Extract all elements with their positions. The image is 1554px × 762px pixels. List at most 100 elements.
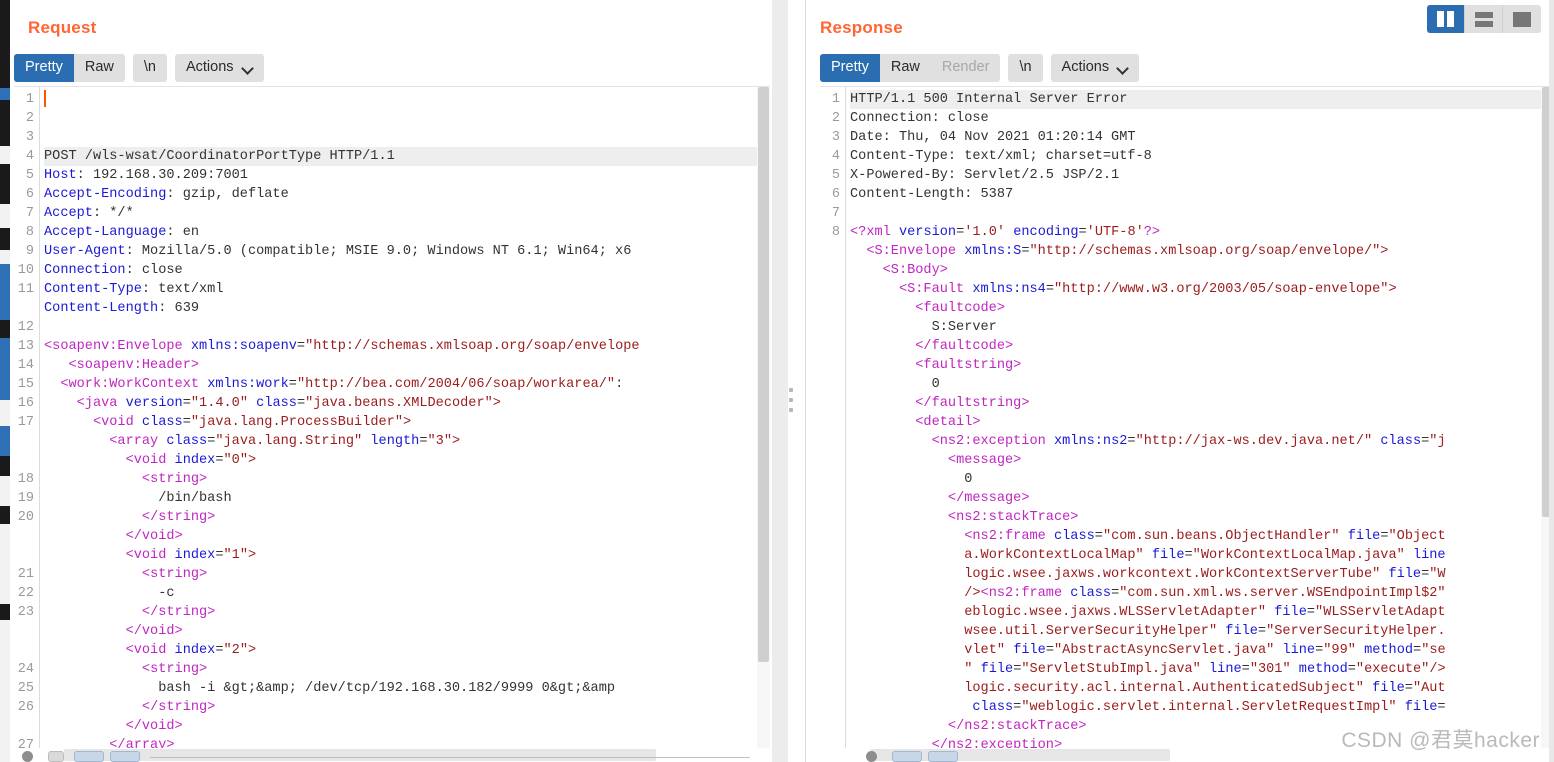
response-code[interactable]: HTTP/1.1 500 Internal Server Error Connec… xyxy=(846,87,1554,748)
request-raw-tab[interactable]: Raw xyxy=(73,54,125,82)
request-editor[interactable]: 1 2 3 4 5 6 7 8 9 10 11 12 13 14 15 16 17 18 19 20 21 22 23 24 2… xyxy=(14,86,770,748)
request-hscroll-thumb[interactable] xyxy=(64,749,656,761)
code-token: xmlns:ns2 xyxy=(1053,434,1128,449)
code-token: "3"> xyxy=(427,434,461,449)
splitter-grip-handle[interactable] xyxy=(789,388,793,418)
response-raw-tab[interactable]: Raw xyxy=(879,54,931,82)
code-token: index xyxy=(174,548,216,563)
code-token: <soapenv:Envelope xyxy=(44,339,183,354)
code-line: Accept: */* xyxy=(44,204,770,223)
line-number xyxy=(820,622,845,641)
line-number xyxy=(820,356,845,375)
line-number: 2 xyxy=(831,111,840,126)
code-line: </string> xyxy=(44,698,770,717)
code-token: <void xyxy=(125,548,167,563)
stacked-layout-button[interactable] xyxy=(1465,5,1503,33)
code-token: "301" xyxy=(1249,662,1291,677)
side-by-side-icon xyxy=(1437,11,1454,27)
layout-toggle-group xyxy=(1427,5,1541,33)
code-token: HTTP/1.1 500 Internal Server Error xyxy=(850,92,1128,107)
line-number xyxy=(14,717,39,736)
code-token: : text/xml xyxy=(141,282,224,297)
code-token: version xyxy=(125,396,183,411)
code-token: </void> xyxy=(125,529,183,544)
line-number xyxy=(820,261,845,280)
response-newline-button[interactable]: \n xyxy=(1008,54,1043,82)
code-token: <work:WorkContext xyxy=(60,377,200,392)
line-number xyxy=(820,432,845,451)
response-actions-label: Actions xyxy=(1061,59,1110,75)
code-line: <faultstring> xyxy=(850,356,1554,375)
code-token: "http://jax-ws.dev.java.net/" xyxy=(1135,434,1373,449)
code-token: Accept-Language xyxy=(44,225,167,240)
line-number: 7 xyxy=(831,206,840,221)
code-token: = xyxy=(1127,434,1136,449)
code-token: "WLSServletAdapt xyxy=(1315,605,1446,620)
code-token: </ns2:exception> xyxy=(931,738,1063,748)
code-line: <array class="java.lang.String" length="… xyxy=(44,432,770,451)
code-token: eblogic.wsee.jaxws.WLSServletAdapter" xyxy=(964,605,1267,620)
request-newline-button[interactable]: \n xyxy=(132,54,167,82)
code-token: = xyxy=(215,548,224,563)
code-token: "java.lang.ProcessBuilder"> xyxy=(190,415,412,430)
response-editor[interactable]: 1 2 3 4 5 6 7 8 HTTP/1.1 500 Internal Server Er… xyxy=(820,86,1554,748)
code-token: </void> xyxy=(125,624,183,639)
response-actions-button[interactable]: Actions xyxy=(1050,54,1140,82)
line-number: 21 xyxy=(17,567,34,582)
code-token: file xyxy=(1274,605,1307,620)
code-token: "com.sun.beans.ObjectHandler" xyxy=(1102,529,1340,544)
code-token: = xyxy=(1257,624,1267,639)
chevron-down-icon xyxy=(243,64,254,71)
code-token: "WorkContextLocalMap.java" xyxy=(1192,548,1405,563)
code-token: xmlns:S xyxy=(964,244,1022,259)
side-by-side-layout-button[interactable] xyxy=(1427,5,1465,33)
text-caret xyxy=(44,90,46,107)
code-token: X-Powered-By: Servlet/2.5 JSP/2.1 xyxy=(850,168,1120,183)
line-number: 8 xyxy=(25,225,34,240)
code-token: = xyxy=(296,339,306,354)
single-pane-layout-button[interactable] xyxy=(1503,5,1541,33)
response-hscroll-thumb[interactable] xyxy=(870,749,1170,761)
request-actions-button[interactable]: Actions xyxy=(174,54,264,82)
line-number: 20 xyxy=(17,510,34,525)
response-pretty-tab[interactable]: Pretty xyxy=(820,54,880,82)
request-code[interactable]: POST /wls-wsat/CoordinatorPortType HTTP/… xyxy=(40,87,770,748)
request-vertical-scrollbar[interactable] xyxy=(757,87,770,748)
code-token: "http://schemas.xmlsoap.org/soap/envelop… xyxy=(1029,244,1389,259)
code-line: wsee.util.ServerSecurityHelper" file="Se… xyxy=(850,622,1554,641)
request-horizontal-scrollbar[interactable] xyxy=(40,748,772,762)
line-number xyxy=(820,299,845,318)
code-token: : xyxy=(615,377,624,392)
request-vscroll-thumb[interactable] xyxy=(758,87,769,662)
code-token: <faultstring> xyxy=(915,358,1022,373)
code-token: "1"> xyxy=(223,548,257,563)
code-token: encoding xyxy=(1013,225,1079,240)
code-token: <ns2:frame xyxy=(980,586,1063,601)
code-token: POST /wls-wsat/CoordinatorPortType HTTP/… xyxy=(44,149,395,164)
request-pretty-tab[interactable]: Pretty xyxy=(14,54,74,82)
line-number xyxy=(820,508,845,527)
code-token: index xyxy=(174,453,216,468)
code-token: </string> xyxy=(141,605,216,620)
code-line: <void index="0"> xyxy=(44,451,770,470)
code-token: : close xyxy=(125,263,183,278)
code-token: = xyxy=(1045,282,1054,297)
code-line: </string> xyxy=(44,603,770,622)
code-line: <work:WorkContext xmlns:work="http://bea… xyxy=(44,375,770,394)
code-line: <?xml version='1.0' encoding='UTF-8'?> xyxy=(850,223,1554,242)
code-line: </faultcode> xyxy=(850,337,1554,356)
code-token: </ns2:stackTrace> xyxy=(947,719,1087,734)
pane-splitter[interactable] xyxy=(772,0,806,762)
